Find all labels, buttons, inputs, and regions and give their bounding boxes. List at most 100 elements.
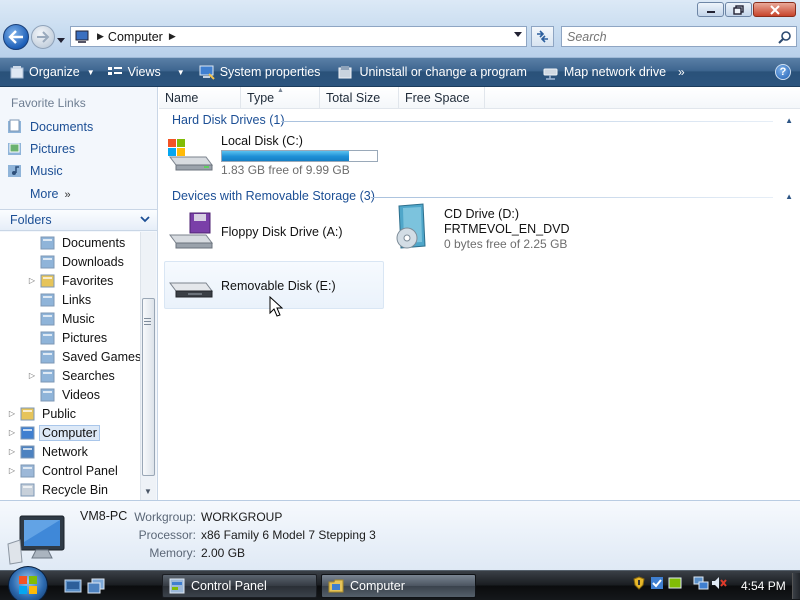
more-commands-chevron-icon[interactable]: » xyxy=(678,65,685,79)
tree-item-videos[interactable]: Videos xyxy=(27,385,100,404)
collapse-group-icon[interactable]: ▲ xyxy=(785,192,793,201)
tree-item-public[interactable]: ▷ Public xyxy=(7,404,76,423)
network-status-icon[interactable] xyxy=(693,575,709,591)
tree-item-label: Recycle Bin xyxy=(42,482,108,497)
expand-arrow-icon[interactable]: ▷ xyxy=(7,428,17,437)
tree-item-documents[interactable]: Documents xyxy=(27,233,125,252)
minimize-button[interactable] xyxy=(697,2,724,17)
windows-update-icon[interactable] xyxy=(649,575,665,591)
music-folder-icon xyxy=(40,311,56,327)
close-button[interactable] xyxy=(753,2,796,17)
minimize-icon xyxy=(706,10,715,13)
column-label: Total Size xyxy=(326,91,381,105)
memory-label: Memory: xyxy=(149,546,196,560)
tree-item-recycle-bin[interactable]: Recycle Bin xyxy=(7,480,108,499)
column-header-type[interactable]: Type ▲ xyxy=(241,87,320,109)
tree-item-searches[interactable]: ▷ Searches xyxy=(27,366,115,385)
tree-item-label: Music xyxy=(62,311,95,326)
column-header-row: Name Type ▲ Total Size Free Space xyxy=(159,87,800,109)
breadcrumb-computer[interactable]: Computer xyxy=(108,30,163,44)
search-box[interactable] xyxy=(561,26,797,47)
window-titlebar: ▶ Computer ▶ xyxy=(0,0,800,58)
taskbar-clock[interactable]: 4:54 PM xyxy=(741,579,786,593)
address-bar[interactable]: ▶ Computer ▶ xyxy=(70,26,527,47)
search-icon[interactable] xyxy=(778,30,792,44)
column-header-total-size[interactable]: Total Size xyxy=(320,87,399,109)
details-pane: VM8-PC Workgroup: WORKGROUP Processor: x… xyxy=(0,500,800,570)
start-button[interactable] xyxy=(8,566,48,600)
searches-folder-icon xyxy=(40,368,56,384)
computer-large-icon xyxy=(7,515,65,565)
maximize-button[interactable] xyxy=(725,2,752,17)
column-header-free-space[interactable]: Free Space xyxy=(399,87,485,109)
security-shield-icon[interactable] xyxy=(631,575,647,591)
system-properties-button[interactable]: System properties xyxy=(193,58,327,86)
drive-removable-e[interactable]: Removable Disk (E:) xyxy=(165,265,336,305)
drive-free-space: 0 bytes free of 2.25 GB xyxy=(444,237,568,251)
uninstall-program-button[interactable]: Uninstall or change a program xyxy=(332,58,532,86)
tree-item-control-panel[interactable]: ▷ Control Panel xyxy=(7,461,118,480)
scroll-down-arrow-icon[interactable]: ▼ xyxy=(144,487,152,496)
expand-arrow-icon[interactable]: ▷ xyxy=(27,371,37,380)
help-button[interactable]: ? xyxy=(775,64,791,80)
forward-arrow-icon xyxy=(37,31,50,43)
drive-cd-d[interactable]: CD Drive (D:) FRTMEVOL_EN_DVD 0 bytes fr… xyxy=(388,203,570,251)
volume-muted-icon[interactable] xyxy=(711,575,727,591)
tree-item-label: Control Panel xyxy=(42,463,118,478)
show-desktop-icon[interactable] xyxy=(64,578,82,594)
taskbar-button-computer[interactable]: Computer xyxy=(321,574,476,598)
action-center-icon[interactable] xyxy=(667,575,683,591)
column-header-name[interactable]: Name xyxy=(159,87,241,109)
organize-button[interactable]: Organize ▼ xyxy=(4,58,101,86)
tree-item-downloads[interactable]: Downloads xyxy=(27,252,124,271)
favorite-link-documents[interactable]: Documents xyxy=(7,119,93,135)
breadcrumb-arrow-icon[interactable]: ▶ xyxy=(169,31,176,42)
map-network-drive-button[interactable]: Map network drive xyxy=(537,58,672,86)
taskbar-button-label: Computer xyxy=(350,579,405,593)
views-button[interactable]: Views ▼ xyxy=(101,58,191,86)
forward-button[interactable] xyxy=(31,25,55,49)
search-input[interactable] xyxy=(567,29,767,44)
show-desktop-edge[interactable] xyxy=(792,573,800,599)
favorite-links-more[interactable]: More » xyxy=(30,187,71,201)
taskbar-button-control-panel[interactable]: Control Panel xyxy=(162,574,317,598)
tree-item-network[interactable]: ▷ Network xyxy=(7,442,88,461)
switch-windows-icon[interactable] xyxy=(87,578,105,594)
network-drive-icon xyxy=(543,65,559,80)
window-controls xyxy=(697,2,796,17)
videos-folder-icon xyxy=(40,387,56,403)
favorite-link-music[interactable]: Music xyxy=(7,163,63,179)
tree-item-label: Public xyxy=(42,406,77,421)
drive-local-disk-c[interactable]: Local Disk (C:) 1.83 GB free of 9.99 GB xyxy=(165,134,378,177)
tree-item-links[interactable]: Links xyxy=(27,290,91,309)
back-button[interactable] xyxy=(3,24,29,50)
documents-folder-icon xyxy=(7,119,23,135)
expand-arrow-icon[interactable]: ▷ xyxy=(27,276,37,285)
group-header-removable-storage[interactable]: Devices with Removable Storage (3) xyxy=(172,189,375,203)
tree-item-favorites[interactable]: ▷ Favorites xyxy=(27,271,113,290)
tree-item-saved-games[interactable]: Saved Games xyxy=(27,347,140,366)
folder-tree-scrollbar[interactable]: ▼ xyxy=(140,232,156,500)
refresh-button[interactable] xyxy=(531,26,554,47)
expand-arrow-icon[interactable]: ▷ xyxy=(7,447,17,456)
tree-item-music[interactable]: Music xyxy=(27,309,95,328)
drive-name: Removable Disk (E:) xyxy=(221,279,336,293)
favorite-link-pictures[interactable]: Pictures xyxy=(7,141,75,157)
downloads-folder-icon xyxy=(40,254,56,270)
drive-floppy-a[interactable]: Floppy Disk Drive (A:) xyxy=(165,211,343,251)
group-divider xyxy=(281,121,773,122)
collapse-group-icon[interactable]: ▲ xyxy=(785,116,793,125)
views-icon xyxy=(107,65,123,79)
folders-header[interactable]: Folders xyxy=(0,209,157,231)
expand-arrow-icon[interactable]: ▷ xyxy=(7,409,17,418)
drive-name: Floppy Disk Drive (A:) xyxy=(221,225,343,239)
group-header-hard-disks[interactable]: Hard Disk Drives (1) xyxy=(172,113,285,127)
expand-arrow-icon[interactable]: ▷ xyxy=(7,466,17,475)
tree-item-computer[interactable]: ▷ Computer xyxy=(7,423,100,442)
folder-tree: Documents Downloads ▷ Favorites Links Music Pi… xyxy=(0,232,140,500)
breadcrumb-arrow-icon[interactable]: ▶ xyxy=(97,31,104,42)
system-properties-label: System properties xyxy=(219,65,321,79)
address-dropdown-icon[interactable] xyxy=(514,32,522,38)
recent-pages-dropdown[interactable] xyxy=(57,33,65,47)
tree-item-pictures[interactable]: Pictures xyxy=(27,328,107,347)
